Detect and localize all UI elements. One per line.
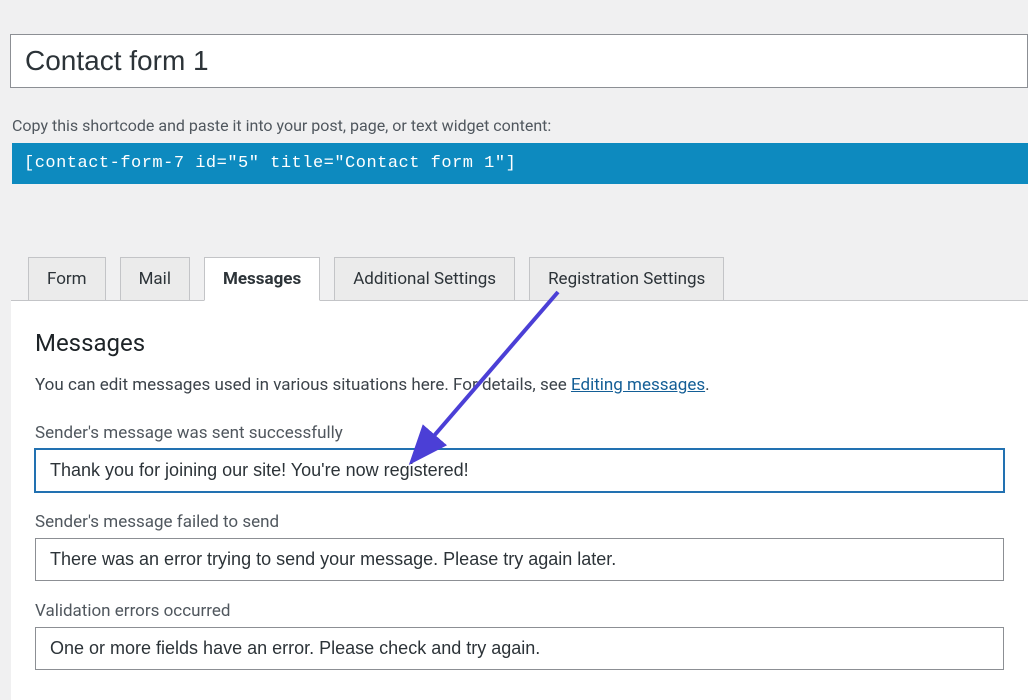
editing-messages-link[interactable]: Editing messages	[571, 375, 705, 395]
messages-panel: Messages You can edit messages used in v…	[11, 300, 1028, 700]
validation-message-input[interactable]	[35, 627, 1004, 670]
panel-heading: Messages	[35, 329, 1004, 357]
panel-description-suffix: .	[705, 375, 709, 395]
field-label-validation: Validation errors occurred	[35, 601, 1004, 621]
tab-additional-settings[interactable]: Additional Settings	[334, 257, 515, 301]
tabs-container: Form Mail Messages Additional Settings R…	[28, 256, 1028, 300]
panel-description-prefix: You can edit messages used in various si…	[35, 375, 571, 395]
panel-description: You can edit messages used in various si…	[35, 375, 1004, 395]
failed-message-input[interactable]	[35, 538, 1004, 581]
success-message-input[interactable]	[35, 449, 1004, 492]
field-label-failed: Sender's message failed to send	[35, 512, 1004, 532]
form-title-input[interactable]	[10, 34, 1028, 88]
shortcode-display[interactable]: [contact-form-7 id="5" title="Contact fo…	[12, 143, 1028, 184]
tab-messages[interactable]: Messages	[204, 257, 320, 301]
tab-form[interactable]: Form	[28, 257, 106, 301]
tab-registration-settings[interactable]: Registration Settings	[529, 257, 724, 301]
tab-mail[interactable]: Mail	[120, 257, 190, 301]
shortcode-help-text: Copy this shortcode and paste it into yo…	[12, 116, 1028, 135]
field-label-success: Sender's message was sent successfully	[35, 423, 1004, 443]
